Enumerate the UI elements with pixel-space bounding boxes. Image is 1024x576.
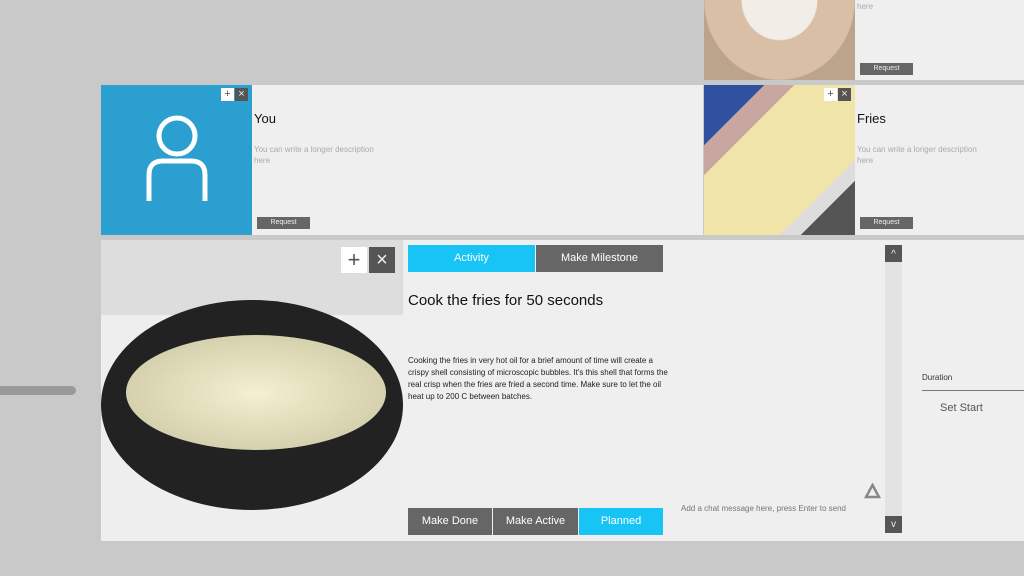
fries-card: + × Fries You can write a longer descrip… — [704, 85, 1024, 235]
scroll-up-button[interactable]: ^ — [885, 245, 902, 262]
timer-card: here Request — [704, 0, 1024, 80]
card-description: You can write a longer description here — [857, 145, 977, 165]
planned-button[interactable]: Planned — [579, 508, 663, 535]
make-done-button[interactable]: Make Done — [408, 508, 492, 535]
card-title: You — [254, 111, 276, 126]
card-description: here — [857, 2, 874, 11]
card-description: You can write a longer description here — [254, 145, 374, 165]
avatar — [101, 85, 252, 235]
request-button[interactable]: Request — [860, 63, 913, 75]
frying-pan-photo — [101, 240, 403, 541]
chat-scrollbar[interactable] — [885, 245, 902, 533]
chat-input[interactable] — [681, 500, 861, 516]
fries-photo — [704, 85, 855, 235]
add-icon[interactable]: + — [824, 88, 837, 101]
card-title: Fries — [857, 111, 886, 126]
left-slider-handle[interactable] — [0, 386, 76, 395]
duration-label: Duration — [922, 373, 953, 382]
tab-activity[interactable]: Activity — [408, 245, 535, 272]
close-icon[interactable]: × — [369, 247, 395, 273]
duration-divider — [922, 390, 1024, 391]
add-icon[interactable]: + — [341, 247, 367, 273]
person-icon — [146, 115, 208, 201]
close-icon[interactable]: × — [838, 88, 851, 101]
send-triangle-icon[interactable] — [864, 483, 881, 499]
you-card: + × You You can write a longer descripti… — [101, 85, 703, 235]
scroll-down-button[interactable]: v — [885, 516, 902, 533]
activity-title: Cook the fries for 50 seconds — [408, 292, 604, 309]
activity-description: Cooking the fries in very hot oil for a … — [408, 356, 668, 401]
set-start-button[interactable]: Set Start — [940, 402, 983, 414]
request-button[interactable]: Request — [860, 217, 913, 229]
tab-make-milestone[interactable]: Make Milestone — [536, 245, 663, 272]
request-button[interactable]: Request — [257, 217, 310, 229]
add-icon[interactable]: + — [221, 88, 234, 101]
make-active-button[interactable]: Make Active — [493, 508, 578, 535]
activity-detail-card: + × Activity Make Milestone Cook the fri… — [101, 240, 1024, 541]
close-icon[interactable]: × — [235, 88, 248, 101]
timer-photo — [704, 0, 855, 80]
